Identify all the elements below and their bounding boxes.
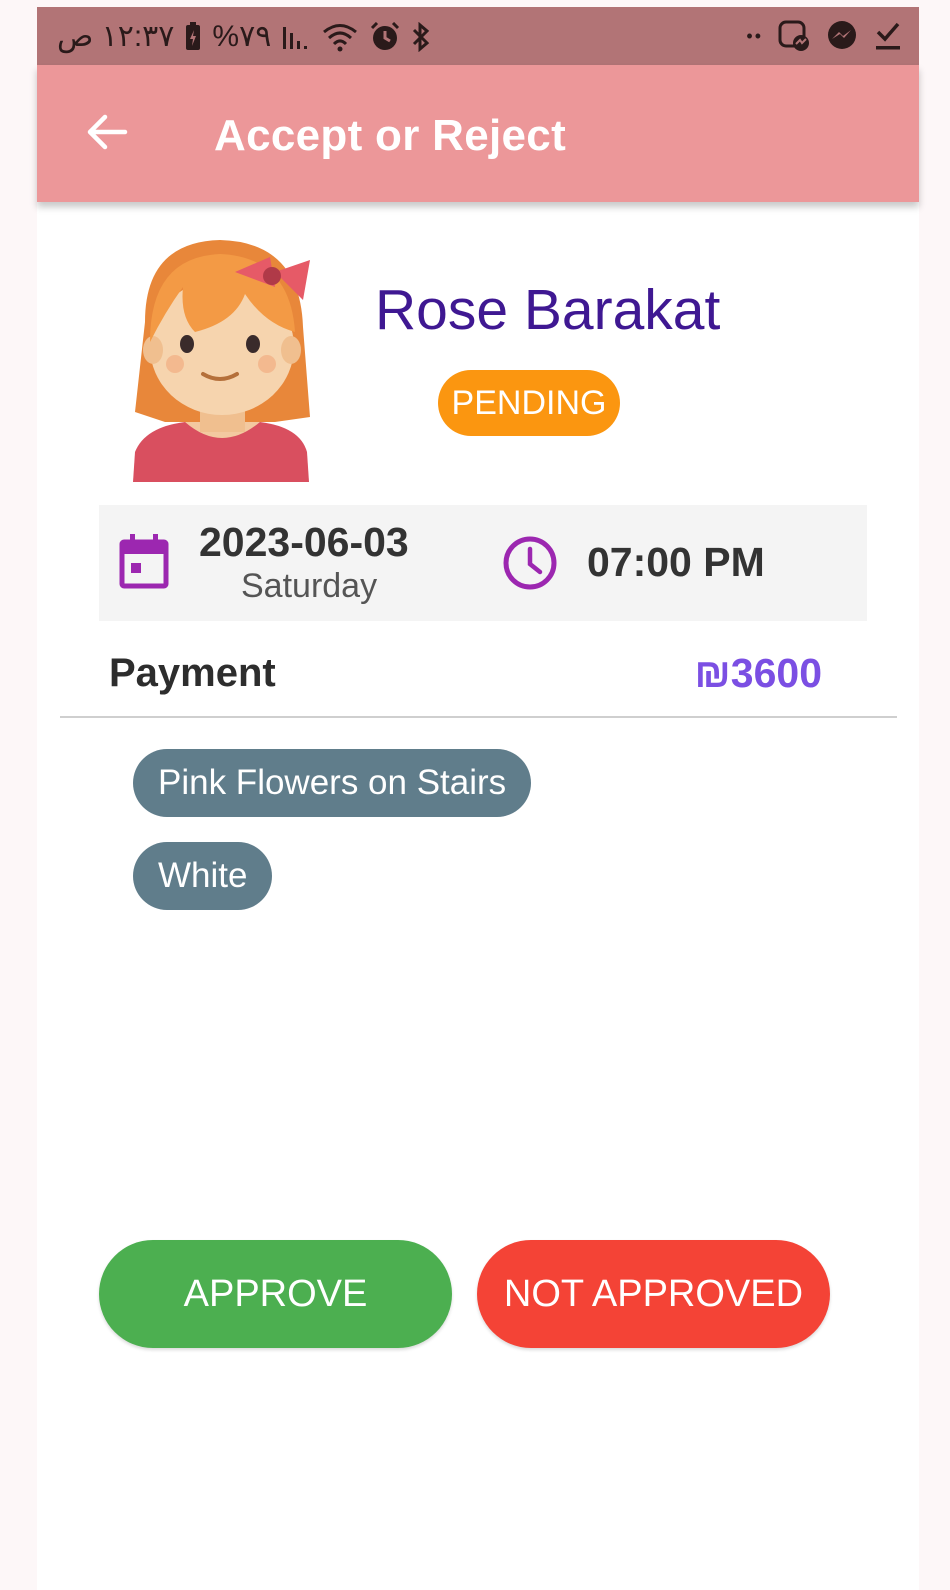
app-bar: Accept or Reject (37, 65, 919, 202)
payment-amount: ₪3600 (694, 650, 822, 696)
signal-icon (283, 26, 308, 49)
divider (60, 716, 897, 718)
battery-icon (186, 21, 201, 50)
arrow-back-icon[interactable] (85, 110, 129, 154)
girl-avatar (133, 240, 310, 482)
download-done-icon (876, 22, 900, 50)
payment-label: Payment (109, 651, 276, 695)
calendar-icon (119, 534, 169, 589)
messenger-icon (828, 21, 856, 49)
alarm-icon (371, 21, 400, 50)
booking-date: 2023-06-03 (199, 519, 409, 565)
screen: ١٢:٣٧ ص %٧٩ •• Accept or Reject Rose Bar… (37, 7, 919, 1590)
tag-chip: Pink Flowers on Stairs (133, 749, 532, 817)
messenger-chat-icon (778, 20, 809, 51)
status-time: ١٢:٣٧ ص (57, 20, 175, 53)
approve-button[interactable]: APPROVE (99, 1240, 452, 1348)
schedule-card: 2023-06-03 Saturday 07:00 PM (99, 505, 867, 621)
status-badge: PENDING (438, 370, 620, 436)
bluetooth-icon (413, 21, 430, 52)
not-approved-button[interactable]: NOT APPROVED (477, 1240, 830, 1348)
booking-day: Saturday (241, 567, 378, 605)
more-notifications: •• (746, 25, 763, 46)
battery-level: %٧٩ (212, 20, 272, 53)
status-bar: ١٢:٣٧ ص %٧٩ •• (37, 7, 919, 65)
client-name: Rose Barakat (375, 278, 721, 342)
tag-chip: White (133, 842, 273, 910)
wifi-icon (323, 23, 358, 51)
page-title: Accept or Reject (214, 111, 567, 160)
clock-icon (503, 536, 557, 590)
booking-time: 07:00 PM (587, 539, 765, 585)
